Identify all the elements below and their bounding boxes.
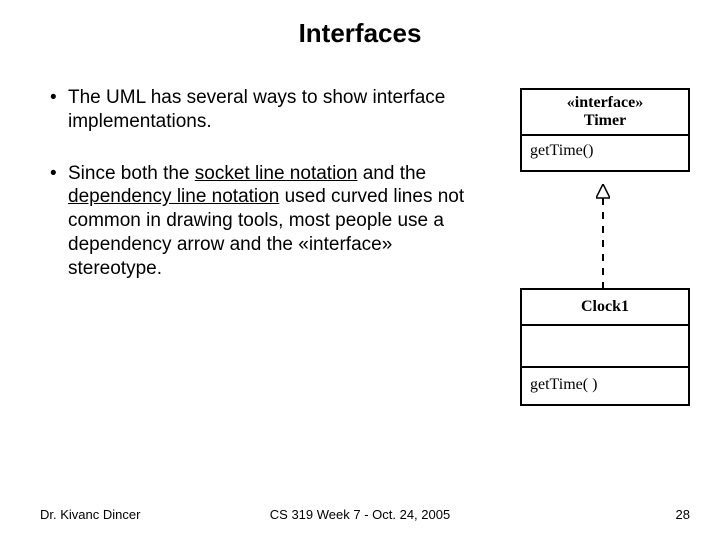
uml-interface-operation: getTime()	[522, 136, 688, 170]
text-run: The UML has several ways to show interfa…	[68, 87, 445, 132]
footer-page-number: 28	[676, 507, 690, 522]
bullet-list: • The UML has several ways to show inter…	[50, 86, 490, 308]
slide-title: Interfaces	[0, 18, 720, 49]
footer-course: CS 319 Week 7 - Oct. 24, 2005	[0, 507, 720, 522]
uml-class-attributes	[522, 326, 688, 368]
uml-stereotype: «interface»	[524, 94, 686, 112]
uml-interface-name: Timer	[524, 112, 686, 130]
bullet-text: The UML has several ways to show interfa…	[68, 86, 490, 134]
uml-class-operation: getTime( )	[522, 368, 688, 404]
bullet-item: • The UML has several ways to show inter…	[50, 86, 490, 134]
bullet-marker: •	[50, 86, 68, 134]
uml-interface-box: «interface» Timer getTime()	[520, 88, 690, 172]
bullet-text: Since both the socket line notation and …	[68, 162, 490, 281]
text-run: Since both the	[68, 163, 195, 184]
uml-class-name: Clock1	[522, 290, 688, 326]
text-run: and the	[357, 163, 426, 184]
bullet-item: • Since both the socket line notation an…	[50, 162, 490, 281]
uml-interface-header: «interface» Timer	[522, 90, 688, 136]
bullet-marker: •	[50, 162, 68, 281]
realization-arrow-icon	[596, 184, 610, 290]
uml-class-box: Clock1 getTime( )	[520, 288, 690, 406]
underlined-text: dependency line notation	[68, 186, 279, 207]
underlined-text: socket line notation	[195, 163, 358, 184]
slide: Interfaces • The UML has several ways to…	[0, 0, 720, 540]
